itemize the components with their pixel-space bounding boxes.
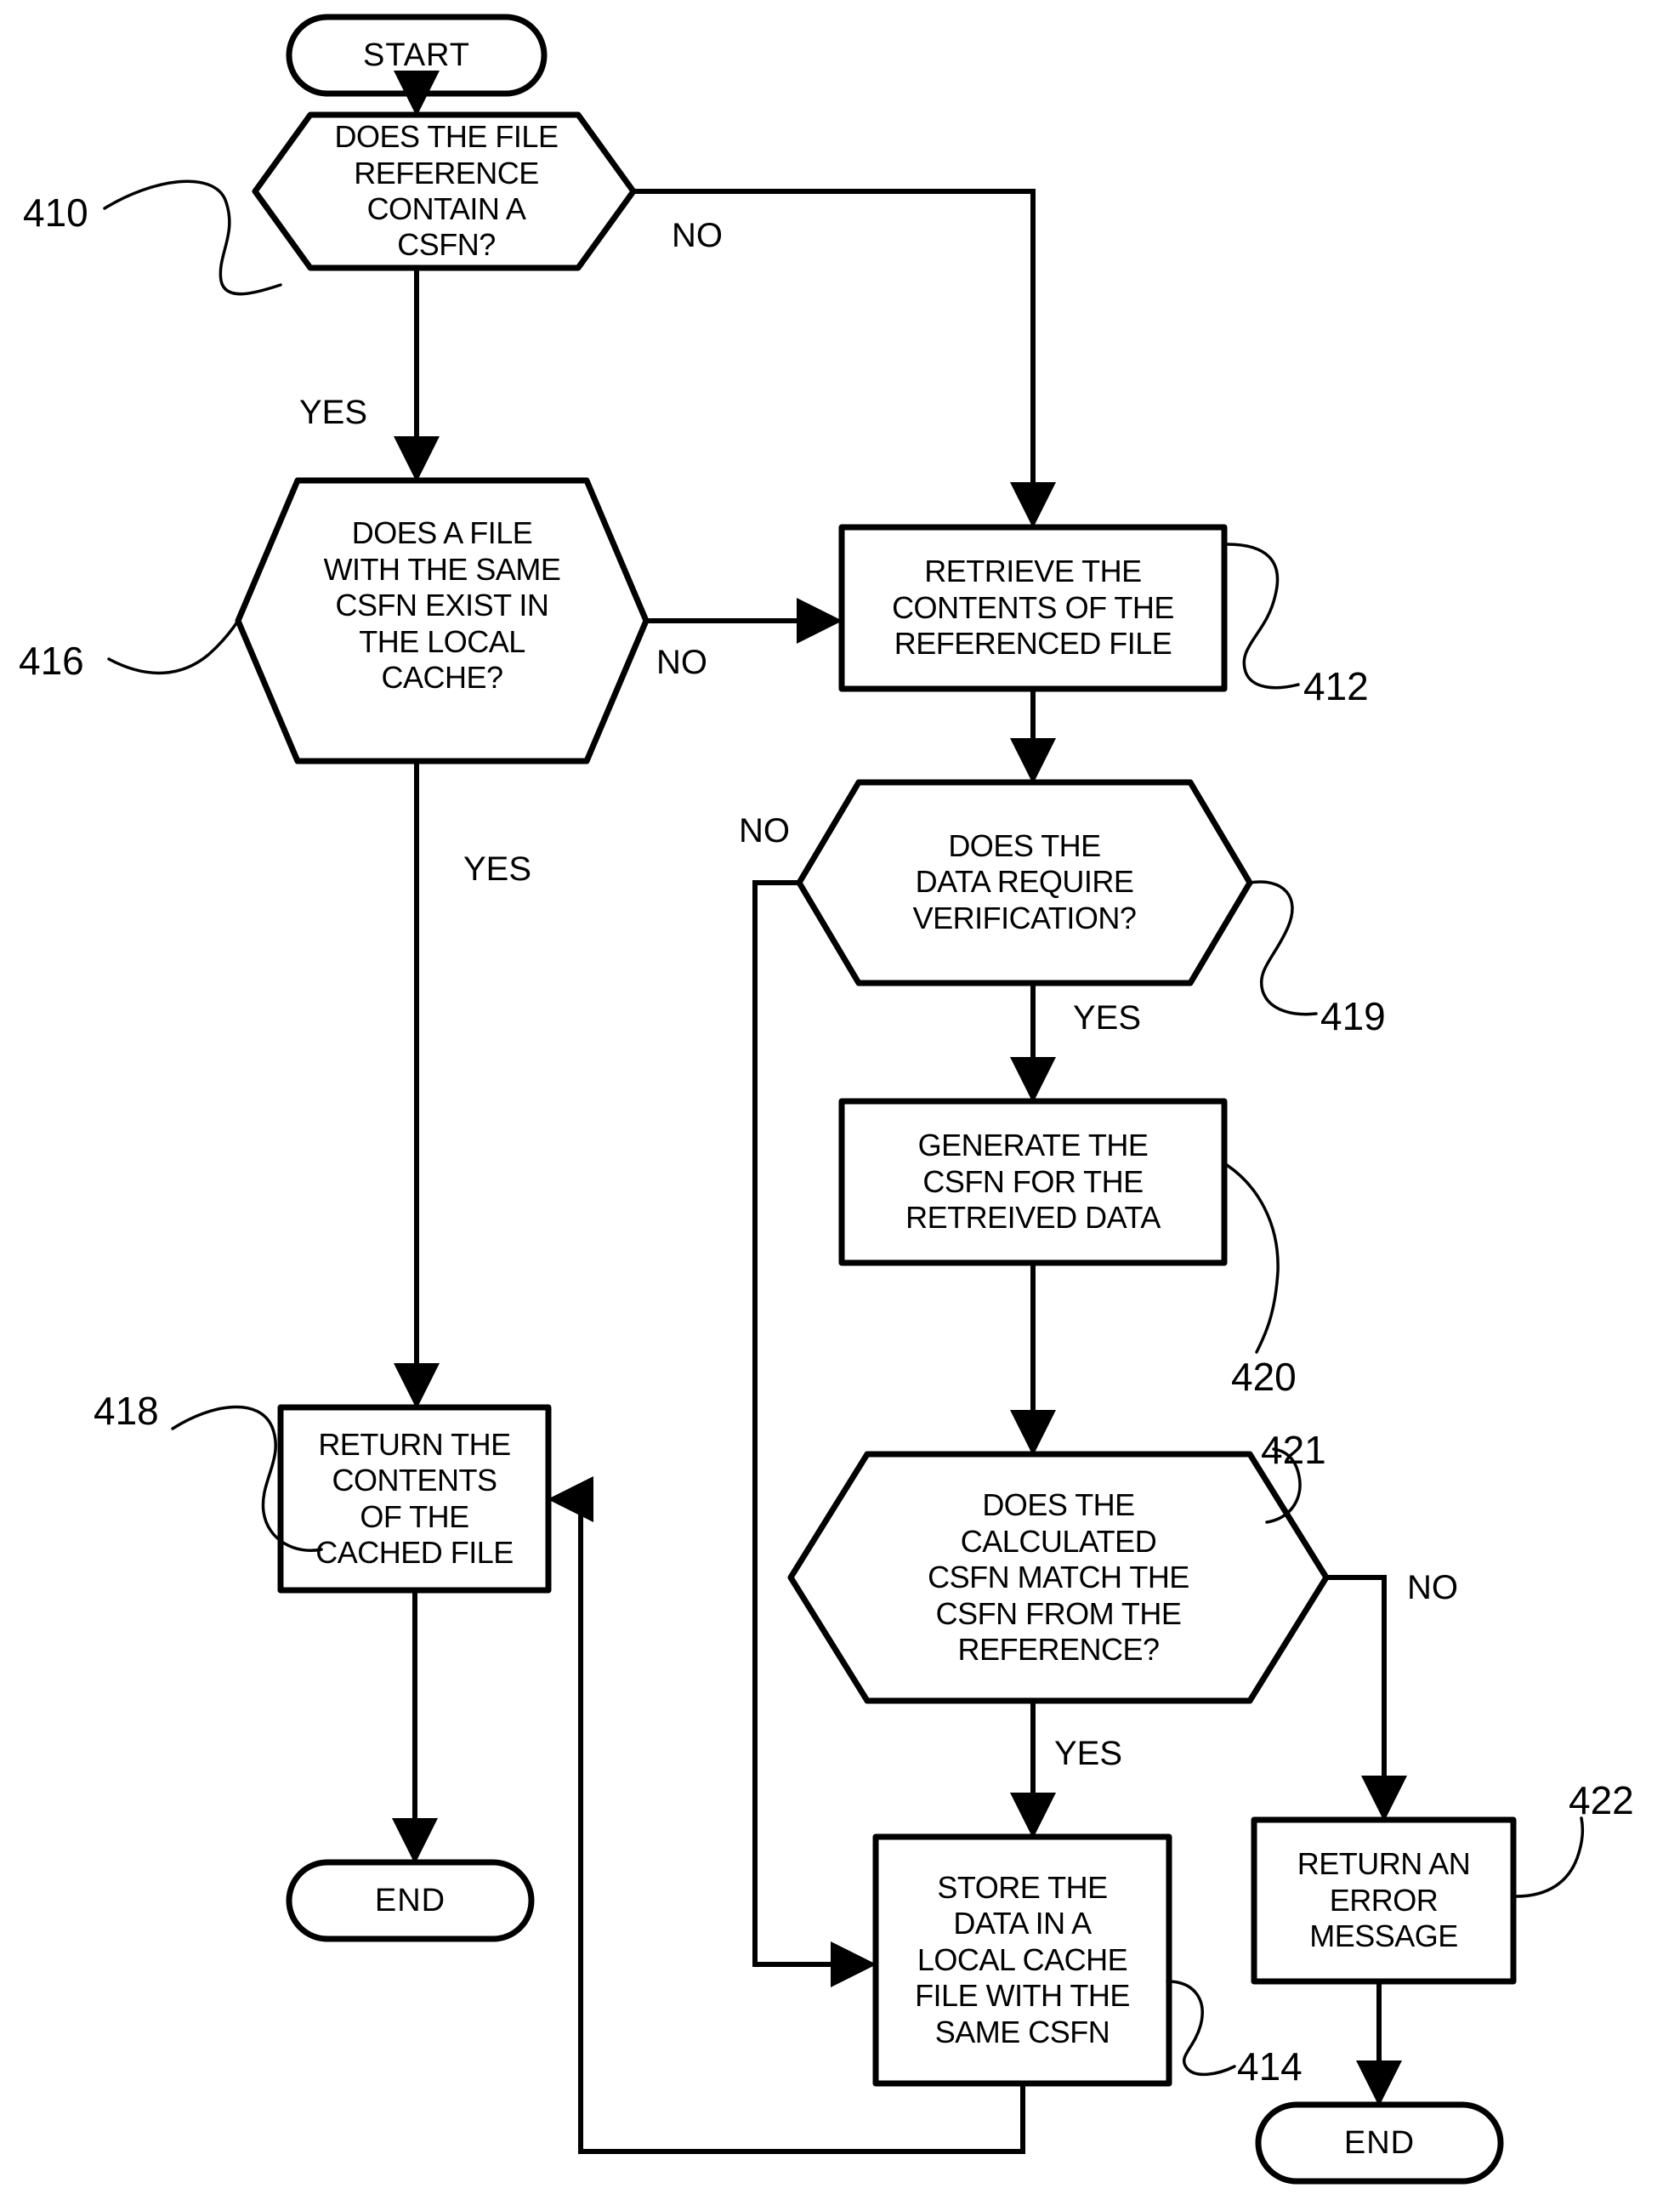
leader-420 <box>1225 1163 1280 1354</box>
edge-label-421-yes: YES <box>1054 1735 1123 1772</box>
node-414-shape <box>872 1833 1172 2087</box>
leader-412 <box>1225 543 1300 690</box>
edge-label-416-no: NO <box>656 644 707 681</box>
edge-label-416-yes: YES <box>463 850 532 888</box>
node-420-shape <box>838 1098 1228 1266</box>
ref-numeral-419: 419 <box>1320 994 1386 1038</box>
edge-label-410-no: NO <box>672 217 723 254</box>
edge-label-419-no: NO <box>739 812 790 850</box>
node-416-shape <box>235 477 650 764</box>
edge-label-419-yes: YES <box>1073 999 1142 1037</box>
ref-numeral-416: 416 <box>19 639 84 683</box>
node-412-shape <box>838 524 1228 692</box>
node-end-right-shape <box>1255 2101 1504 2185</box>
ref-numeral-412: 412 <box>1303 664 1369 708</box>
edge-label-410-yes: YES <box>299 394 368 431</box>
leader-414 <box>1166 1980 1236 2077</box>
ref-numeral-414: 414 <box>1237 2044 1303 2089</box>
flowchart-graphics <box>103 14 1585 2185</box>
leader-410 <box>103 179 282 296</box>
node-start-shape <box>286 14 548 97</box>
leader-416 <box>107 619 240 675</box>
edge-419-no-to-414 <box>752 880 877 1987</box>
node-421-shape <box>787 1451 1330 1704</box>
ref-numeral-422: 422 <box>1569 1778 1634 1822</box>
edge-421-no-to-422 <box>1326 1575 1407 1822</box>
ref-numeral-421: 421 <box>1261 1428 1326 1472</box>
node-410-shape <box>252 111 637 271</box>
node-422-shape <box>1251 1816 1517 1985</box>
node-end-left-shape <box>286 1859 535 1942</box>
ref-numeral-418: 418 <box>94 1389 159 1433</box>
leader-419 <box>1248 880 1318 1016</box>
node-418-shape <box>277 1404 552 1594</box>
ref-numeral-410: 410 <box>23 190 88 235</box>
flowchart-canvas: START DOES THE FILE REFERENCE CONTAIN A … <box>0 0 1680 2211</box>
node-419-shape <box>796 779 1253 986</box>
ref-numeral-420: 420 <box>1231 1355 1297 1399</box>
leader-422 <box>1514 1816 1585 1898</box>
edge-label-421-no: NO <box>1407 1569 1458 1606</box>
